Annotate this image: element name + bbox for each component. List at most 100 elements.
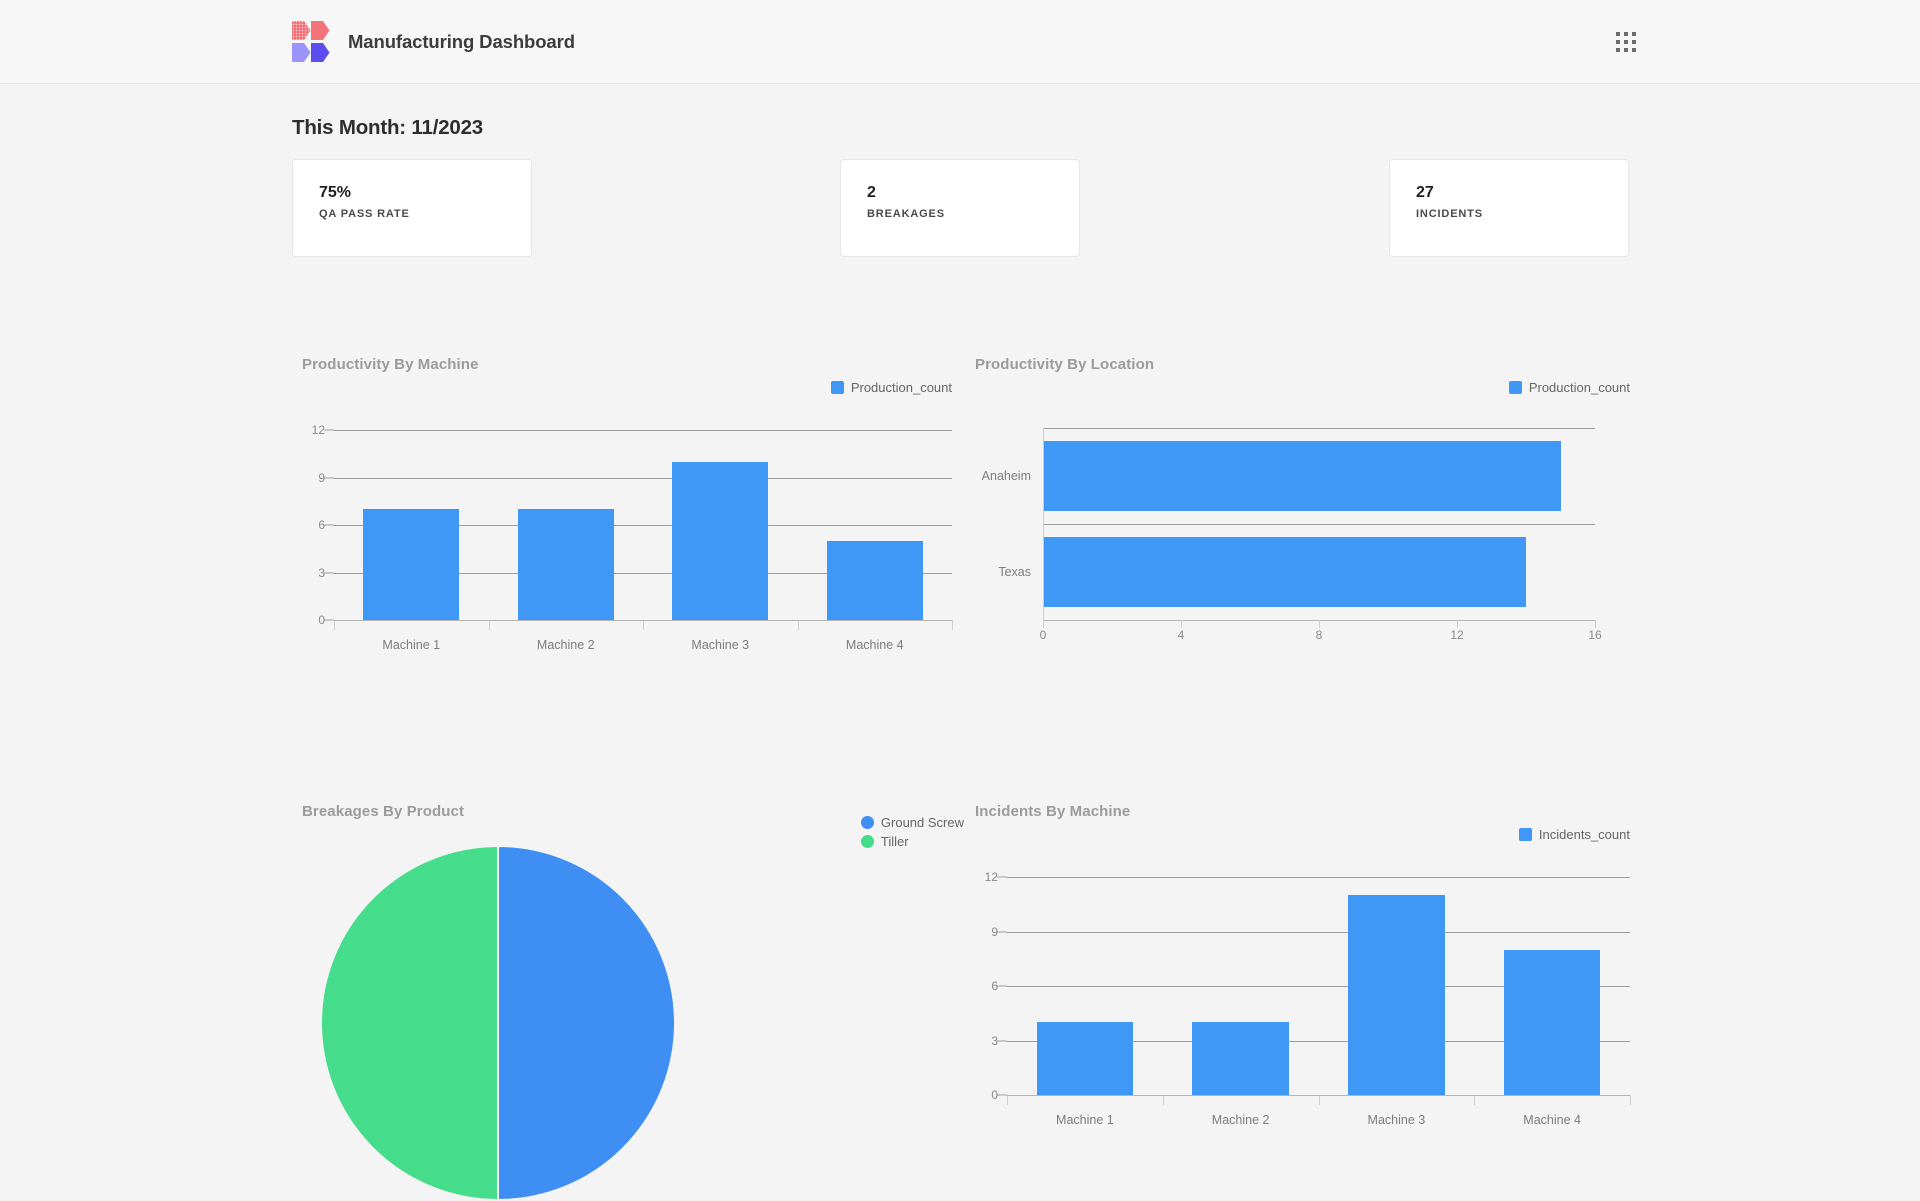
horizontal-bar-chart[interactable]: Anaheim Texas 0 4 8 12 16 <box>975 394 1630 666</box>
chart-title: Productivity By Location <box>975 356 1155 373</box>
chart-title: Incidents By Machine <box>975 803 1131 820</box>
bar[interactable] <box>517 509 614 620</box>
x-category-label: Machine 2 <box>536 638 595 652</box>
legend-item[interactable]: Production_count <box>830 380 952 395</box>
gridline <box>1007 877 1630 878</box>
x-tick-label: 0 <box>1039 628 1047 642</box>
y-category-label: Texas <box>998 565 1031 579</box>
y-category-label: Anaheim <box>981 469 1031 483</box>
x-category-label: Machine 2 <box>1211 1113 1270 1127</box>
apps-grid-icon[interactable] <box>1616 32 1636 52</box>
x-tick-mark <box>334 620 335 630</box>
x-tick-label: 16 <box>1588 628 1602 642</box>
x-tick-mark <box>1457 620 1458 628</box>
kpi-value: 75% <box>319 184 352 201</box>
x-category-label: Machine 4 <box>1523 1113 1581 1127</box>
chart-legend: Production_count <box>1508 380 1630 395</box>
y-tick-mark <box>997 1040 1007 1041</box>
y-tick-label: 6 <box>991 979 998 993</box>
x-axis-line <box>1007 1095 1630 1096</box>
gridline <box>334 430 952 431</box>
chart-panel-breakages-by-product: Breakages By Product Ground Screw Tiller <box>302 803 964 1201</box>
bar[interactable] <box>1348 895 1445 1095</box>
x-tick-mark <box>1181 620 1182 628</box>
x-tick-mark <box>797 620 799 630</box>
y-tick-label: 12 <box>311 423 325 437</box>
pie-slice[interactable] <box>320 845 499 1201</box>
y-tick-mark <box>324 572 334 573</box>
x-tick-mark <box>1319 620 1320 628</box>
y-tick-label: 9 <box>318 470 325 485</box>
bar[interactable] <box>672 461 769 620</box>
y-tick-label: 12 <box>984 870 998 884</box>
legend-item[interactable]: Incidents_count <box>1518 827 1630 842</box>
x-tick-mark <box>952 620 953 630</box>
kpi-label: BREAKAGES <box>867 208 945 220</box>
chart-title: Breakages By Product <box>302 803 465 820</box>
page-title: This Month: 11/2023 <box>292 116 484 139</box>
pie-chart[interactable] <box>320 845 680 1201</box>
y-tick-mark <box>997 985 1007 987</box>
legend-item[interactable]: Tiller <box>860 834 964 849</box>
x-tick-label: 4 <box>1177 628 1185 642</box>
x-category-label: Machine 1 <box>382 638 441 652</box>
x-tick-label: 12 <box>1450 628 1464 642</box>
chart-panel-incidents-by-machine: Incidents By Machine Incidents_count 0 3 6… <box>975 803 1631 1158</box>
x-tick-mark <box>1595 620 1596 628</box>
legend-label: Production_count <box>1528 380 1630 395</box>
dashboard-body: This Month: 11/2023 75% QA PASS RATE 2 B… <box>0 84 1920 1201</box>
gridline <box>1043 524 1595 525</box>
y-tick-label: 0 <box>318 613 325 627</box>
bar[interactable] <box>1036 1022 1134 1095</box>
brand-title: Manufacturing Dashboard <box>348 31 575 52</box>
pie-chart-svg[interactable] <box>320 845 676 1201</box>
x-tick-mark <box>1630 1095 1631 1105</box>
plot-area: Anaheim Texas 0 4 8 12 16 <box>982 428 1602 642</box>
legend-swatch-icon <box>1508 381 1522 394</box>
y-tick-mark <box>324 429 334 431</box>
bar[interactable] <box>1043 441 1561 511</box>
bar[interactable] <box>363 509 460 620</box>
plot-area: 0 3 6 9 12 Machine 1 Machine 2 Machine 3 Machine… <box>312 423 953 652</box>
y-tick-label: 3 <box>318 565 325 580</box>
x-category-label: Machine 3 <box>1367 1113 1426 1127</box>
y-tick-mark <box>997 931 1007 932</box>
legend-label: Ground Screw <box>880 815 964 830</box>
kpi-card-qa-pass-rate[interactable]: 75% QA PASS RATE <box>292 159 532 257</box>
legend-swatch-icon <box>830 381 844 394</box>
legend-item[interactable]: Ground Screw <box>860 815 964 830</box>
x-tick-mark <box>643 620 644 630</box>
legend-item[interactable]: Production_count <box>1508 380 1630 395</box>
chart-title: Productivity By Machine <box>302 356 479 373</box>
x-tick-mark <box>488 620 490 630</box>
bar[interactable] <box>1503 949 1601 1095</box>
x-tick-mark <box>1043 620 1044 628</box>
x-tick-mark <box>1318 1095 1320 1105</box>
plot-area: 0 3 6 9 12 Machine 1 Machine 2 Machine 3 Machine… <box>985 870 1631 1127</box>
kpi-card-breakages[interactable]: 2 BREAKAGES <box>840 159 1080 257</box>
legend-swatch-icon <box>1518 828 1532 841</box>
bar[interactable] <box>826 540 923 620</box>
x-tick-mark <box>1474 1095 1476 1105</box>
x-axis-line <box>334 620 952 621</box>
legend-swatch-icon <box>860 835 874 848</box>
chart-legend: Production_count <box>830 380 952 395</box>
bar[interactable] <box>1043 537 1526 607</box>
vertical-bar-chart[interactable]: 0 3 6 9 12 Machine 1 Machine 2 Machine 3 Machine… <box>975 841 1631 1141</box>
vertical-bar-chart[interactable]: 0 3 6 9 12 Machine 1 Machine 2 Machine 3 Machine… <box>302 394 953 666</box>
kpi-card-incidents[interactable]: 27 INCIDENTS <box>1389 159 1629 257</box>
legend-label: Production_count <box>850 380 952 395</box>
chart-panel-productivity-by-machine: Productivity By Machine Production_count… <box>302 356 953 666</box>
kpi-value: 2 <box>867 184 876 201</box>
legend-label: Incidents_count <box>1538 827 1630 842</box>
x-category-label: Machine 3 <box>691 638 750 652</box>
x-tick-label: 8 <box>1315 628 1323 642</box>
gridline <box>1043 428 1595 429</box>
kpi-value: 27 <box>1416 184 1434 201</box>
pie-slice[interactable] <box>497 845 676 1201</box>
brand[interactable]: Manufacturing Dashboard <box>292 20 575 64</box>
y-tick-mark <box>997 876 1007 878</box>
x-tick-mark <box>1162 1095 1164 1105</box>
bar[interactable] <box>1192 1022 1289 1095</box>
y-tick-label: 9 <box>991 924 998 939</box>
